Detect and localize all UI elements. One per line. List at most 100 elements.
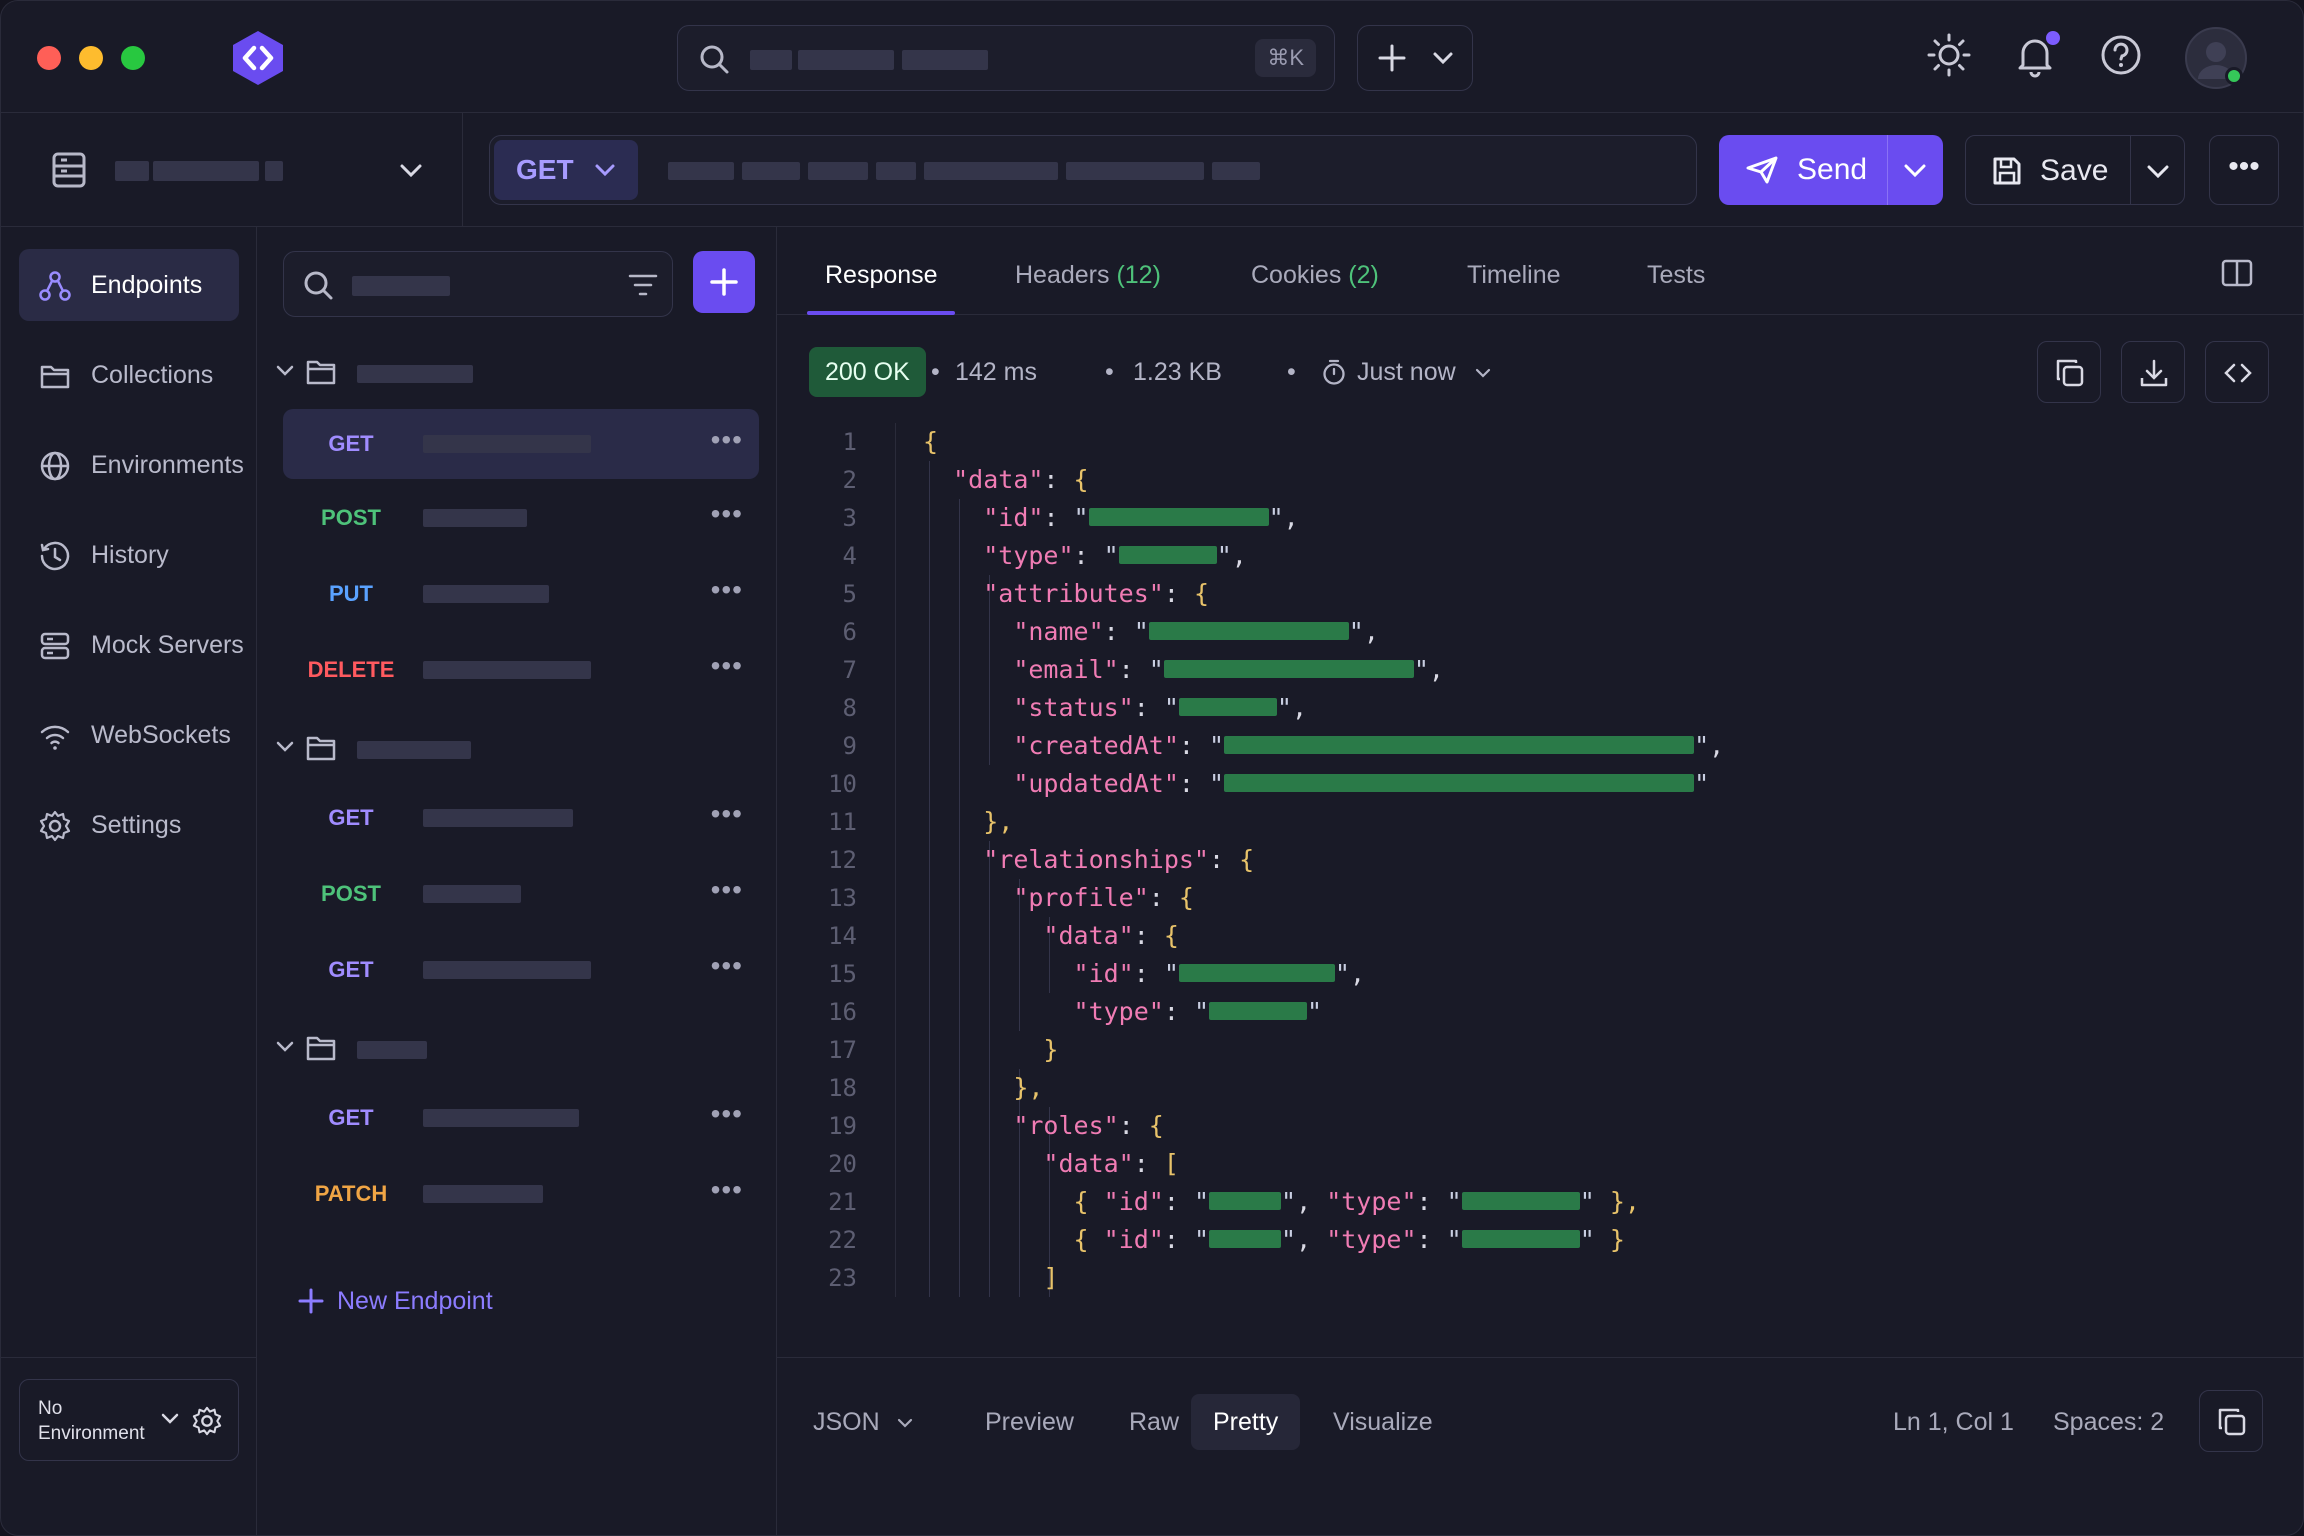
copy-button[interactable] (2199, 1390, 2263, 1452)
maximize-window-button[interactable] (121, 46, 145, 70)
nav-item-settings[interactable]: Settings (19, 789, 239, 861)
endpoint-menu-button[interactable]: ••• (711, 935, 743, 997)
endpoint-menu-button[interactable]: ••• (711, 635, 743, 697)
tab-timeline[interactable]: Timeline (1467, 227, 1561, 323)
nav-item-endpoints[interactable]: Endpoints (19, 249, 239, 321)
nav-label: Settings (91, 811, 182, 839)
redacted-value (1178, 698, 1277, 716)
endpoint-item[interactable]: POST ••• (283, 483, 759, 553)
code-line: { (923, 427, 939, 456)
split-view-icon[interactable] (2221, 259, 2253, 287)
code-icon (2224, 363, 2252, 383)
workspace-icon (52, 152, 86, 188)
endpoint-menu-button[interactable]: ••• (711, 483, 743, 545)
timestamp-dropdown[interactable]: Just now (1313, 347, 1503, 397)
global-search-input[interactable]: ⌘K (677, 25, 1335, 91)
tab-raw[interactable]: Raw (1107, 1394, 1201, 1450)
redacted-text (668, 162, 734, 180)
chevron-down-icon[interactable] (2146, 163, 2170, 181)
method-badge: GET (328, 431, 374, 456)
line-number: 21 (828, 1188, 857, 1216)
line-number: 8 (842, 694, 857, 722)
tab-preview[interactable]: Preview (963, 1394, 1096, 1450)
endpoint-item[interactable]: DELETE ••• (283, 635, 759, 705)
download-response-button[interactable] (2121, 341, 2185, 403)
line-number: 19 (828, 1112, 857, 1140)
nav-item-environments[interactable]: Environments (19, 429, 244, 501)
endpoint-item[interactable]: GET ••• (283, 935, 759, 1005)
folder-row[interactable] (275, 347, 755, 397)
line-number: 9 (842, 732, 857, 760)
send-button[interactable]: Send (1719, 135, 1943, 205)
timer-icon (1323, 359, 1345, 385)
endpoint-menu-button[interactable]: ••• (711, 1083, 743, 1145)
code-line: "email": " ", (1013, 655, 1444, 684)
wifi-icon (40, 725, 70, 750)
redacted-value (1209, 1230, 1282, 1248)
endpoint-item[interactable]: GET ••• (283, 783, 759, 853)
code-line: }, (1013, 1073, 1044, 1102)
endpoint-search-input[interactable] (283, 251, 673, 317)
chevron-down-icon[interactable] (1903, 162, 1927, 180)
redacted-value (1178, 964, 1335, 982)
chevron-down-icon (400, 164, 422, 178)
help-icon[interactable] (2095, 29, 2147, 81)
new-endpoint-label: New Endpoint (337, 1287, 493, 1315)
nav-item-websockets[interactable]: WebSockets (19, 699, 239, 771)
method-select[interactable]: GET (494, 140, 638, 200)
endpoint-item[interactable]: PATCH ••• (283, 1159, 759, 1229)
endpoint-item[interactable]: GET ••• (283, 409, 759, 479)
nav-item-collections[interactable]: Collections (19, 339, 239, 411)
endpoint-menu-button[interactable]: ••• (711, 409, 743, 471)
filter-icon[interactable] (628, 272, 658, 298)
json-key: "data" (953, 465, 1044, 494)
view-source-button[interactable] (2205, 341, 2269, 403)
line-number: 22 (828, 1226, 857, 1254)
folder-row[interactable] (275, 723, 755, 773)
nav-item-history[interactable]: History (19, 519, 239, 591)
more-options-button[interactable]: ••• (2209, 135, 2279, 205)
minimize-window-button[interactable] (79, 46, 103, 70)
environment-selector[interactable]: No Environment (19, 1379, 239, 1461)
workspace-selector[interactable] (1, 113, 463, 227)
tab-headers[interactable]: Headers (12) (1015, 227, 1161, 323)
sun-icon[interactable] (1923, 29, 1975, 81)
url-input[interactable]: GET (489, 135, 1697, 205)
gear-icon[interactable] (192, 1406, 222, 1436)
tab-visualize[interactable]: Visualize (1311, 1394, 1455, 1450)
server-icon (40, 632, 70, 660)
tab-tests[interactable]: Tests (1647, 227, 1705, 323)
json-key: "profile" (1013, 883, 1149, 912)
app-logo-icon (233, 31, 283, 85)
indent-setting[interactable]: Spaces: 2 (2053, 1394, 2164, 1450)
copy-response-button[interactable] (2037, 341, 2101, 403)
nav-item-mock-servers[interactable]: Mock Servers (19, 609, 244, 681)
tab-cookies[interactable]: Cookies (2) (1251, 227, 1379, 323)
endpoint-menu-button[interactable]: ••• (711, 859, 743, 921)
line-number: 11 (828, 808, 857, 836)
bell-icon[interactable] (2009, 29, 2061, 81)
format-toolbar: JSON Preview Raw Pretty Visualize Ln 1, … (777, 1357, 2303, 1535)
endpoint-item[interactable]: GET ••• (283, 1083, 759, 1153)
new-item-dropdown[interactable] (1357, 25, 1473, 91)
save-button[interactable]: Save (1965, 135, 2185, 205)
endpoint-menu-button[interactable]: ••• (711, 559, 743, 621)
add-endpoint-button[interactable] (693, 251, 755, 313)
chevron-down-icon (595, 164, 615, 177)
tab-response[interactable]: Response (825, 227, 938, 323)
line-number: 20 (828, 1150, 857, 1178)
response-body-editor[interactable]: 1 2 3 4 5 6 7 8 9 10 11 12 13 14 15 16 17 18 19 20 21 22 23 { … (777, 423, 2287, 1297)
format-select[interactable]: JSON (791, 1394, 935, 1450)
folder-row[interactable] (275, 1023, 755, 1073)
code-line: "name": " ", (1013, 617, 1379, 646)
endpoint-item[interactable]: POST ••• (283, 859, 759, 929)
tab-pretty[interactable]: Pretty (1191, 1394, 1301, 1450)
code-line: "updatedAt": " " (1013, 769, 1710, 798)
line-number: 4 (842, 542, 857, 570)
json-key: "id" (1073, 959, 1134, 988)
endpoint-item[interactable]: PUT ••• (283, 559, 759, 629)
endpoint-menu-button[interactable]: ••• (711, 783, 743, 845)
endpoint-menu-button[interactable]: ••• (711, 1159, 743, 1221)
redacted-text (357, 1041, 427, 1059)
close-window-button[interactable] (37, 46, 61, 70)
